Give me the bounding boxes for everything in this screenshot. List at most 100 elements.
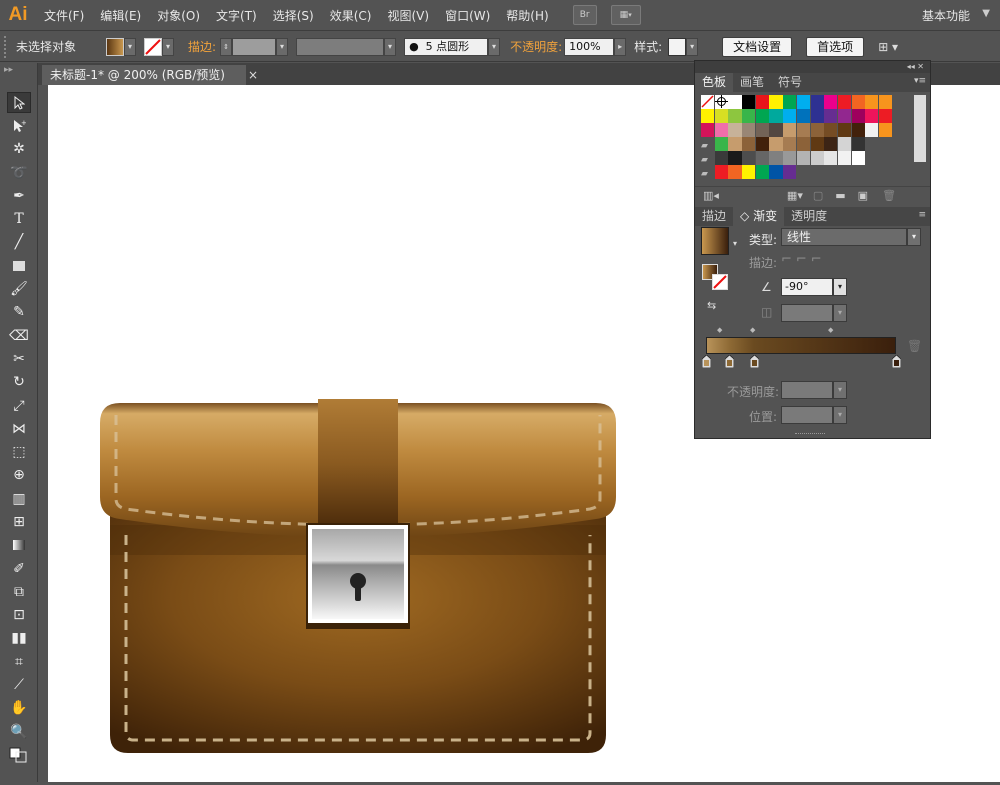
- type-tool[interactable]: T: [0, 207, 38, 230]
- stroke-label[interactable]: 描边:: [188, 38, 216, 55]
- color-swatch[interactable]: [824, 95, 838, 109]
- color-swatch[interactable]: [714, 95, 728, 109]
- color-swatch[interactable]: [742, 95, 756, 109]
- color-swatch[interactable]: [728, 151, 742, 165]
- menu-window[interactable]: 窗口(W): [437, 7, 498, 24]
- rotate-tool[interactable]: ↻: [0, 371, 38, 394]
- color-swatch[interactable]: [769, 151, 783, 165]
- gradient-preview-swatch[interactable]: [701, 227, 729, 255]
- arrange-panels-icon[interactable]: ⊞ ▾: [878, 40, 898, 54]
- color-swatch[interactable]: [755, 95, 769, 109]
- color-swatch[interactable]: [769, 95, 783, 109]
- tab-stroke[interactable]: 描边: [695, 207, 733, 226]
- color-swatch[interactable]: [742, 109, 756, 123]
- stroke-weight-input[interactable]: [232, 37, 277, 56]
- color-swatch[interactable]: ▰: [701, 151, 715, 165]
- swatch-scrollbar[interactable]: [914, 95, 926, 162]
- angle-dropdown[interactable]: ▾: [833, 278, 847, 296]
- new-swatch-icon[interactable]: ▣: [858, 189, 868, 202]
- panel-menu-icon[interactable]: ≡: [918, 210, 926, 220]
- color-swatch[interactable]: [783, 123, 797, 137]
- fill-dropdown[interactable]: ▾: [124, 37, 137, 56]
- tab-symbols[interactable]: 符号: [771, 73, 809, 92]
- bridge-button[interactable]: Br: [572, 5, 597, 25]
- color-swatch[interactable]: [769, 165, 783, 179]
- selection-tool[interactable]: [0, 91, 38, 114]
- color-swatch[interactable]: [701, 109, 715, 123]
- variable-width-profile[interactable]: [296, 37, 385, 56]
- color-swatch[interactable]: [783, 151, 797, 165]
- swatch-options-icon[interactable]: ▢: [813, 189, 823, 202]
- width-tool[interactable]: ⋈: [0, 417, 38, 440]
- color-swatch[interactable]: [824, 151, 838, 165]
- midpoint-marker-2[interactable]: ◆: [750, 326, 755, 334]
- direct-selection-tool[interactable]: +: [0, 114, 38, 137]
- color-swatch[interactable]: [742, 151, 756, 165]
- scissors-tool[interactable]: ✂: [0, 347, 38, 370]
- menu-help[interactable]: 帮助(H): [498, 7, 556, 24]
- color-swatch[interactable]: [824, 137, 838, 151]
- shape-builder-tool[interactable]: ⊕: [0, 464, 38, 487]
- hand-tool[interactable]: ✋: [0, 697, 38, 720]
- line-tool[interactable]: ╱: [0, 231, 38, 254]
- color-swatch[interactable]: [851, 151, 865, 165]
- show-swatch-kinds-icon[interactable]: ▦▾: [787, 189, 803, 202]
- color-swatch[interactable]: [769, 137, 783, 151]
- color-swatch[interactable]: [783, 109, 797, 123]
- menu-object[interactable]: 对象(O): [149, 7, 208, 24]
- width-profile-dropdown[interactable]: ▾: [384, 37, 397, 56]
- menu-type[interactable]: 文字(T): [208, 7, 265, 24]
- color-swatch[interactable]: [796, 151, 810, 165]
- gradient-stop[interactable]: [749, 354, 759, 369]
- swatch-library-icon[interactable]: ▥◂: [703, 189, 719, 202]
- gradient-tool[interactable]: [0, 534, 38, 557]
- brush-definition[interactable]: ● 5 点圆形: [404, 37, 489, 56]
- stroke-weight-dropdown[interactable]: ▾: [276, 37, 289, 56]
- color-swatch[interactable]: [796, 137, 810, 151]
- pencil-tool[interactable]: ✎: [0, 301, 38, 324]
- chevron-down-icon[interactable]: ▾: [733, 239, 737, 248]
- column-graph-tool[interactable]: ▮▮: [0, 627, 38, 650]
- tab-transparency[interactable]: 透明度: [784, 207, 834, 226]
- mesh-tool[interactable]: ⊞: [0, 510, 38, 533]
- color-swatch[interactable]: [810, 109, 824, 123]
- opacity-input[interactable]: 100%: [564, 37, 615, 56]
- color-swatch[interactable]: [755, 123, 769, 137]
- gradient-stop[interactable]: [724, 354, 735, 369]
- stroke-weight-stepper[interactable]: ⇕: [220, 37, 233, 56]
- color-swatch[interactable]: [837, 137, 852, 151]
- menu-file[interactable]: 文件(F): [36, 7, 92, 24]
- color-swatch[interactable]: [714, 137, 728, 151]
- color-swatch[interactable]: [755, 165, 769, 179]
- menu-view[interactable]: 视图(V): [379, 7, 437, 24]
- color-swatch[interactable]: [837, 109, 852, 123]
- color-swatch[interactable]: [769, 109, 783, 123]
- gradient-stop[interactable]: [891, 354, 902, 369]
- color-swatch[interactable]: [865, 95, 879, 109]
- color-swatch[interactable]: [783, 95, 797, 109]
- document-setup-button[interactable]: 文档设置: [722, 36, 793, 57]
- midpoint-marker-3[interactable]: ◆: [828, 326, 833, 334]
- fill-stroke-indicator[interactable]: [0, 743, 38, 766]
- stroke-gradient-icons[interactable]: ⌐⌐⌐: [781, 252, 826, 267]
- graphic-style-swatch[interactable]: [668, 37, 687, 56]
- color-swatch[interactable]: [865, 109, 879, 123]
- new-color-group-icon[interactable]: ▬: [835, 189, 845, 202]
- eyedropper-tool[interactable]: ✐: [0, 557, 38, 580]
- arrange-documents-button[interactable]: ▦ ▾: [610, 5, 641, 25]
- color-swatch[interactable]: [728, 95, 742, 109]
- color-swatch[interactable]: [728, 123, 742, 137]
- color-swatch[interactable]: [851, 137, 865, 151]
- slice-tool[interactable]: ⟋: [0, 673, 38, 696]
- menu-select[interactable]: 选择(S): [265, 7, 322, 24]
- blob-brush-tool[interactable]: ⌫: [0, 324, 38, 347]
- color-swatch[interactable]: [714, 165, 728, 179]
- gradient-type-select[interactable]: 线性: [781, 228, 907, 246]
- symbol-sprayer-tool[interactable]: ⊡: [0, 604, 38, 627]
- color-swatch[interactable]: [824, 123, 838, 137]
- pen-tool[interactable]: ✒: [0, 184, 38, 207]
- rectangle-tool[interactable]: [0, 254, 38, 277]
- color-swatch[interactable]: [851, 109, 865, 123]
- style-dropdown[interactable]: ▾: [686, 37, 699, 56]
- color-swatch[interactable]: [878, 109, 893, 123]
